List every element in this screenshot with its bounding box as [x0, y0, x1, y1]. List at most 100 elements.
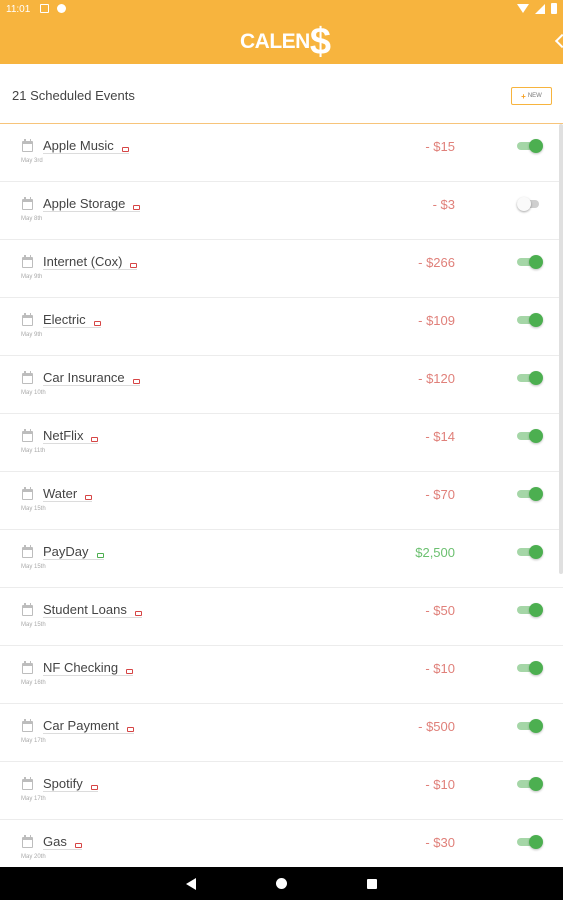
- events-list: Apple Music May 3rd - $15 Apple Storage May …: [0, 124, 563, 867]
- back-icon[interactable]: [186, 878, 196, 890]
- calendar-icon: [22, 429, 33, 442]
- play-protect-icon: [57, 4, 66, 13]
- wifi-icon: [517, 4, 529, 13]
- chevron-left-icon[interactable]: [554, 33, 563, 49]
- calendar-icon: [22, 139, 33, 152]
- calendar-icon: [22, 371, 33, 384]
- event-name: Apple Storage: [43, 196, 141, 212]
- event-date: May 15th: [21, 622, 46, 628]
- money-icon: [126, 669, 134, 674]
- calendar-icon: [22, 197, 33, 210]
- event-toggle[interactable]: [517, 139, 543, 153]
- event-toggle[interactable]: [517, 603, 543, 617]
- event-amount: - $500: [418, 719, 455, 734]
- event-toggle[interactable]: [517, 661, 543, 675]
- event-date: May 10th: [21, 390, 46, 396]
- event-name-label: Student Loans: [43, 602, 127, 617]
- event-name-label: Water: [43, 486, 78, 501]
- event-toggle[interactable]: [517, 197, 543, 211]
- event-toggle[interactable]: [517, 255, 543, 269]
- money-icon: [91, 437, 99, 442]
- event-name: Car Payment: [43, 718, 134, 734]
- event-toggle[interactable]: [517, 777, 543, 791]
- toggle-thumb: [529, 371, 543, 385]
- plus-icon: +: [521, 91, 526, 101]
- money-icon: [74, 843, 82, 848]
- calendar-icon: [22, 603, 33, 616]
- calendar-icon: [22, 313, 33, 326]
- event-amount: - $120: [418, 371, 455, 386]
- event-amount: $2,500: [415, 545, 455, 560]
- event-date: May 3rd: [21, 158, 43, 164]
- event-amount: - $10: [425, 661, 455, 676]
- event-date: May 8th: [21, 216, 43, 222]
- event-amount: - $50: [425, 603, 455, 618]
- event-name: PayDay: [43, 544, 104, 560]
- event-row[interactable]: Apple Storage May 8th - $3: [0, 182, 563, 240]
- event-toggle[interactable]: [517, 835, 543, 849]
- event-name: Car Insurance: [43, 370, 140, 386]
- event-row[interactable]: Water May 15th - $70: [0, 472, 563, 530]
- money-icon: [93, 321, 101, 326]
- home-icon[interactable]: [276, 878, 287, 889]
- event-row[interactable]: Car Insurance May 10th - $120: [0, 356, 563, 414]
- event-row[interactable]: Internet (Cox) May 9th - $266: [0, 240, 563, 298]
- event-toggle[interactable]: [517, 487, 543, 501]
- event-name: Internet (Cox): [43, 254, 138, 270]
- event-name-label: Spotify: [43, 776, 83, 791]
- calendar-icon: [22, 545, 33, 558]
- event-date: May 20th: [21, 854, 46, 860]
- event-name-label: Apple Storage: [43, 196, 126, 211]
- money-icon: [96, 553, 104, 558]
- event-row[interactable]: Student Loans May 15th - $50: [0, 588, 563, 646]
- app-bar: CALEN $: [0, 20, 563, 64]
- event-row[interactable]: Gas May 20th - $30: [0, 820, 563, 867]
- toggle-thumb: [529, 487, 543, 501]
- event-row[interactable]: Apple Music May 3rd - $15: [0, 124, 563, 182]
- event-name: Student Loans: [43, 602, 142, 618]
- toggle-thumb: [529, 313, 543, 327]
- event-amount: - $10: [425, 777, 455, 792]
- event-date: May 15th: [21, 506, 46, 512]
- event-row[interactable]: Spotify May 17th - $10: [0, 762, 563, 820]
- toggle-thumb: [529, 139, 543, 153]
- event-name: Water: [43, 486, 93, 502]
- events-header: 21 Scheduled Events: [0, 64, 563, 124]
- calendar-icon: [22, 777, 33, 790]
- event-name-label: Electric: [43, 312, 86, 327]
- event-name: NF Checking: [43, 660, 134, 676]
- event-date: May 15th: [21, 564, 46, 570]
- event-toggle[interactable]: [517, 371, 543, 385]
- event-row[interactable]: NF Checking May 16th - $10: [0, 646, 563, 704]
- event-name: Gas: [43, 834, 82, 850]
- money-icon: [85, 495, 93, 500]
- calendar-icon: [22, 835, 33, 848]
- event-name-label: Car Insurance: [43, 370, 125, 385]
- event-row[interactable]: Electric May 9th - $109: [0, 298, 563, 356]
- toggle-thumb: [529, 777, 543, 791]
- system-nav-bar: [0, 867, 563, 900]
- event-date: May 9th: [21, 332, 43, 338]
- event-name-label: Car Payment: [43, 718, 119, 733]
- event-date: May 9th: [21, 274, 43, 280]
- toggle-thumb: [529, 545, 543, 559]
- event-row[interactable]: NetFlix May 11th - $14: [0, 414, 563, 472]
- money-icon: [130, 263, 138, 268]
- event-amount: - $109: [418, 313, 455, 328]
- money-icon: [133, 205, 141, 210]
- event-toggle[interactable]: [517, 545, 543, 559]
- event-toggle[interactable]: [517, 429, 543, 443]
- event-date: May 17th: [21, 796, 46, 802]
- toggle-thumb: [529, 719, 543, 733]
- recent-apps-icon[interactable]: [367, 879, 377, 889]
- event-toggle[interactable]: [517, 313, 543, 327]
- new-event-button[interactable]: + NEW: [511, 87, 552, 105]
- new-button-label: NEW: [527, 93, 542, 99]
- event-row[interactable]: PayDay May 15th $2,500: [0, 530, 563, 588]
- toggle-thumb: [529, 255, 543, 269]
- event-amount: - $70: [425, 487, 455, 502]
- event-toggle[interactable]: [517, 719, 543, 733]
- scrollbar[interactable]: [559, 124, 563, 574]
- event-row[interactable]: Car Payment May 17th - $500: [0, 704, 563, 762]
- sd-card-icon: [40, 4, 49, 13]
